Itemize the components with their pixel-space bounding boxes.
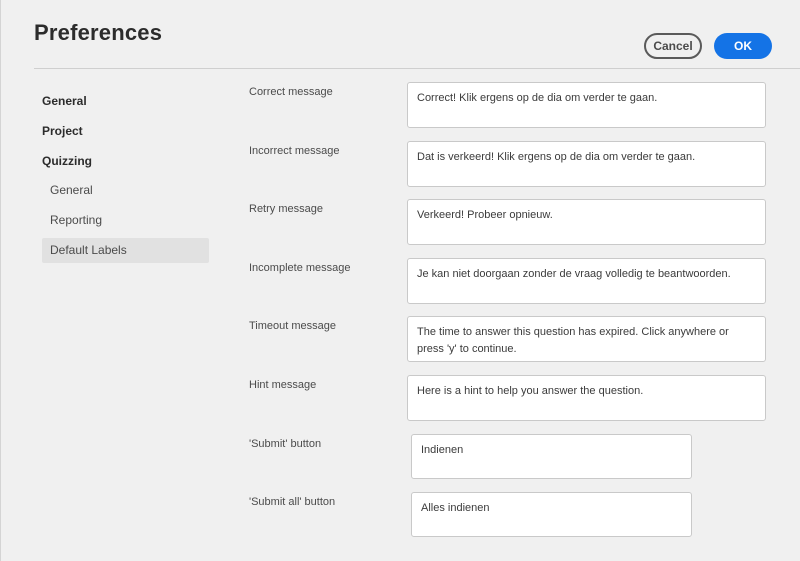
incorrect-message-label: Incorrect message: [249, 145, 340, 157]
correct-message-label: Correct message: [249, 86, 333, 98]
sidebar-subitem-reporting[interactable]: Reporting: [42, 208, 209, 233]
ok-button[interactable]: OK: [714, 33, 772, 59]
header-divider: [34, 68, 800, 69]
incomplete-message-input[interactable]: Je kan niet doorgaan zonder de vraag vol…: [407, 258, 766, 304]
timeout-message-input[interactable]: The time to answer this question has exp…: [407, 316, 766, 362]
hint-message-label: Hint message: [249, 379, 317, 391]
submit-all-button-input[interactable]: Alles indienen: [411, 492, 692, 537]
incorrect-message-input[interactable]: Dat is verkeerd! Klik ergens op de dia o…: [407, 141, 766, 187]
sidebar-subitem-default-labels[interactable]: Default Labels: [42, 238, 209, 263]
submit-all-button-label: 'Submit all' button: [249, 496, 336, 508]
hint-message-input[interactable]: Here is a hint to help you answer the qu…: [407, 375, 766, 421]
timeout-message-label: Timeout message: [249, 320, 337, 332]
sidebar-item-general[interactable]: General: [42, 86, 209, 116]
submit-button-label: 'Submit' button: [249, 438, 322, 450]
sidebar: General Project Quizzing General Reporti…: [42, 86, 209, 263]
retry-message-label: Retry message: [249, 203, 323, 215]
incomplete-message-label: Incomplete message: [249, 262, 351, 274]
sidebar-item-project[interactable]: Project: [42, 116, 209, 146]
retry-message-input[interactable]: Verkeerd! Probeer opnieuw.: [407, 199, 766, 245]
preferences-dialog: Preferences Cancel OK General Project Qu…: [0, 0, 800, 561]
dialog-title: Preferences: [34, 20, 163, 45]
sidebar-item-quizzing[interactable]: Quizzing: [42, 146, 209, 176]
correct-message-input[interactable]: Correct! Klik ergens op de dia om verder…: [407, 82, 766, 128]
cancel-button[interactable]: Cancel: [644, 33, 702, 59]
submit-button-input[interactable]: Indienen: [411, 434, 692, 479]
sidebar-subitem-quiz-general[interactable]: General: [42, 178, 209, 203]
